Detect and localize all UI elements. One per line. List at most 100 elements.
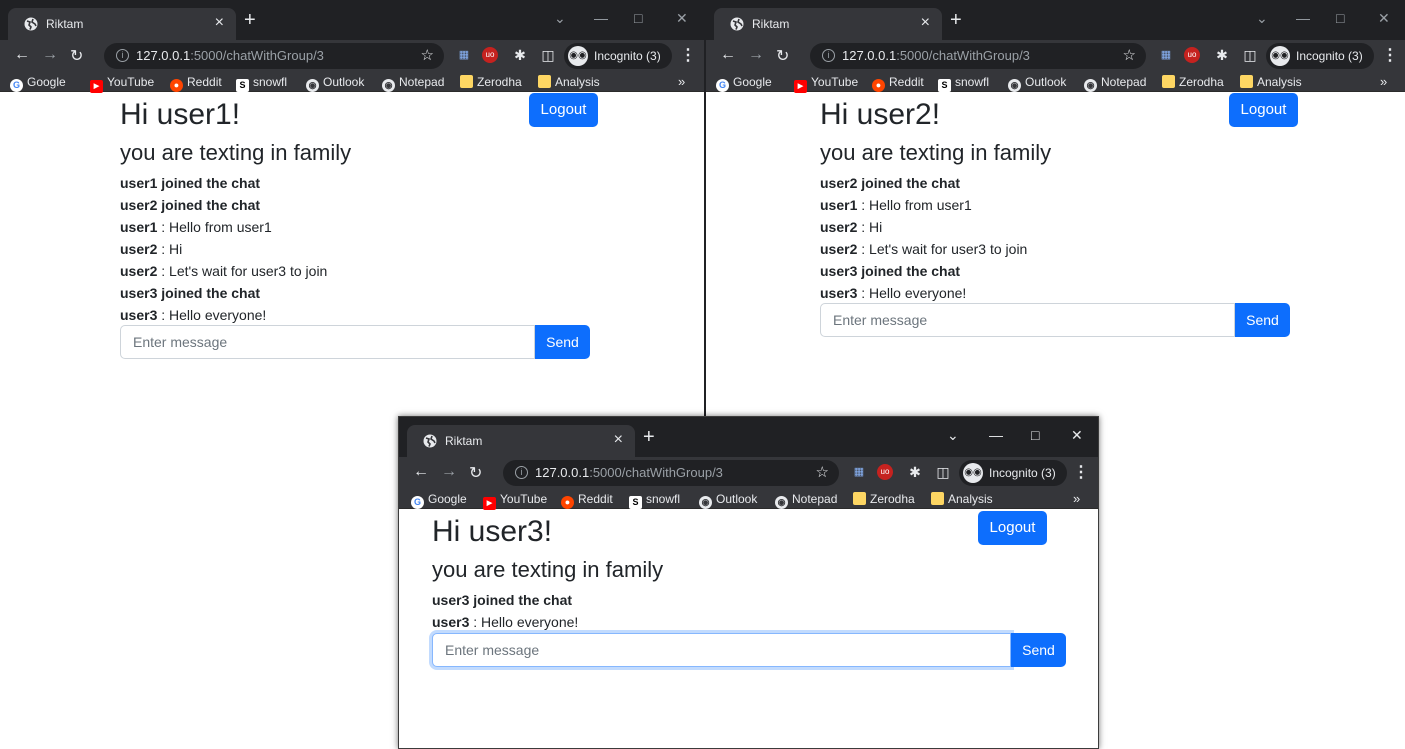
menu-kebab-icon[interactable]: ⋮ — [1073, 462, 1089, 482]
close-tab-icon[interactable]: × — [614, 431, 623, 449]
bookmark-snowfl[interactable]: Ssnowfl — [629, 492, 680, 509]
incognito-profile-button[interactable]: ◉◉ Incognito (3) — [1266, 43, 1374, 69]
maximize-icon[interactable]: □ — [1031, 427, 1039, 443]
close-tab-icon[interactable]: × — [921, 14, 930, 32]
tab-riktam[interactable]: Riktam × — [714, 8, 942, 40]
incognito-profile-button[interactable]: ◉◉ Incognito (3) — [959, 460, 1067, 486]
bookmark-google[interactable]: G Google — [10, 75, 66, 92]
incognito-profile-button[interactable]: ◉◉ Incognito (3) — [564, 43, 672, 69]
bookmark-notepad[interactable]: ◉ Notepad — [1084, 75, 1146, 92]
bookmark-zerodha[interactable]: Zerodha — [853, 492, 915, 506]
forward-icon[interactable]: → — [441, 463, 457, 481]
send-button[interactable]: Send — [1011, 633, 1066, 667]
logout-button[interactable]: Logout — [978, 511, 1047, 545]
extension-icon[interactable]: ▦ — [1158, 47, 1174, 63]
youtube-icon: ▶ — [483, 497, 496, 510]
reload-icon[interactable]: ↻ — [776, 46, 789, 66]
message-input[interactable]: Enter message — [120, 325, 535, 359]
site-info-icon[interactable]: i — [515, 466, 528, 479]
minimize-icon[interactable]: — — [989, 427, 1003, 443]
address-bar[interactable]: i 127.0.0.1:5000/chatWithGroup/3 ☆ — [503, 460, 839, 486]
snowfl-icon: S — [236, 79, 249, 92]
bookmark-google[interactable]: G Google — [716, 75, 772, 92]
extension-icon[interactable]: ▦ — [851, 464, 867, 480]
bookmark-outlook[interactable]: ◉ Outlook — [1008, 75, 1066, 92]
bookmark-star-icon[interactable]: ☆ — [421, 46, 434, 64]
minimize-icon[interactable]: — — [1296, 10, 1310, 26]
back-icon[interactable]: ← — [14, 46, 30, 64]
menu-kebab-icon[interactable]: ⋮ — [1382, 45, 1398, 65]
incognito-label: Incognito (3) — [989, 466, 1056, 480]
message-sender: user3 — [820, 285, 858, 301]
bookmark-youtube[interactable]: ▶ YouTube — [794, 75, 858, 93]
bookmark-snowfl[interactable]: Ssnowfl — [236, 75, 287, 92]
close-window-icon[interactable]: ✕ — [676, 10, 688, 27]
bookmarks-more-icon[interactable]: » — [678, 74, 685, 89]
side-panel-icon[interactable]: ◫ — [1242, 47, 1258, 63]
minimize-icon[interactable]: — — [594, 10, 608, 26]
puzzle-extensions-icon[interactable]: ✱ — [1214, 47, 1230, 63]
bookmarks-more-icon[interactable]: » — [1380, 74, 1387, 89]
bookmark-reddit[interactable]: ● Reddit — [872, 75, 924, 92]
message-input[interactable]: Enter message — [432, 633, 1011, 667]
back-icon[interactable]: ← — [720, 46, 736, 64]
ublock-icon[interactable]: uo — [877, 464, 893, 480]
system-message: user2 joined the chat — [820, 172, 1027, 194]
tab-search-icon[interactable]: ⌄ — [947, 427, 959, 444]
bookmark-reddit[interactable]: ● Reddit — [561, 492, 613, 509]
bookmark-zerodha[interactable]: Zerodha — [1162, 75, 1224, 89]
close-tab-icon[interactable]: × — [215, 14, 224, 32]
bookmark-analysis[interactable]: Analysis — [538, 75, 600, 89]
bookmark-youtube[interactable]: ▶ YouTube — [483, 492, 547, 510]
reload-icon[interactable]: ↻ — [469, 463, 482, 483]
bookmark-analysis[interactable]: Analysis — [931, 492, 993, 506]
bookmark-snowfl[interactable]: Ssnowfl — [938, 75, 989, 92]
message-input[interactable]: Enter message — [820, 303, 1235, 337]
site-info-icon[interactable]: i — [116, 49, 129, 62]
ublock-icon[interactable]: uo — [1184, 47, 1200, 63]
maximize-icon[interactable]: □ — [634, 10, 642, 26]
maximize-icon[interactable]: □ — [1336, 10, 1344, 26]
bookmark-youtube[interactable]: ▶ YouTube — [90, 75, 154, 93]
ublock-icon[interactable]: uo — [482, 47, 498, 63]
bookmark-analysis[interactable]: Analysis — [1240, 75, 1302, 89]
bookmark-zerodha[interactable]: Zerodha — [460, 75, 522, 89]
logout-button[interactable]: Logout — [529, 93, 598, 127]
bookmark-outlook[interactable]: ◉ Outlook — [699, 492, 757, 509]
bookmark-reddit[interactable]: ● Reddit — [170, 75, 222, 92]
menu-kebab-icon[interactable]: ⋮ — [680, 45, 696, 65]
new-tab-icon[interactable]: + — [950, 10, 962, 30]
side-panel-icon[interactable]: ◫ — [935, 464, 951, 480]
close-window-icon[interactable]: ✕ — [1378, 10, 1390, 27]
back-icon[interactable]: ← — [413, 463, 429, 481]
bookmark-notepad[interactable]: ◉ Notepad — [775, 492, 837, 509]
tab-riktam[interactable]: Riktam × — [407, 425, 635, 457]
send-button[interactable]: Send — [535, 325, 590, 359]
send-button[interactable]: Send — [1235, 303, 1290, 337]
logout-button[interactable]: Logout — [1229, 93, 1298, 127]
bookmark-star-icon[interactable]: ☆ — [816, 463, 829, 481]
new-tab-icon[interactable]: + — [244, 10, 256, 30]
tab-search-icon[interactable]: ⌄ — [554, 10, 566, 27]
tab-search-icon[interactable]: ⌄ — [1256, 10, 1268, 27]
bookmark-notepad[interactable]: ◉ Notepad — [382, 75, 444, 92]
forward-icon[interactable]: → — [748, 46, 764, 64]
puzzle-extensions-icon[interactable]: ✱ — [512, 47, 528, 63]
address-bar[interactable]: i 127.0.0.1:5000/chatWithGroup/3 ☆ — [104, 43, 444, 69]
reload-icon[interactable]: ↻ — [70, 46, 83, 66]
bookmark-star-icon[interactable]: ☆ — [1123, 46, 1136, 64]
close-window-icon[interactable]: ✕ — [1071, 427, 1083, 444]
new-tab-icon[interactable]: + — [643, 427, 655, 447]
system-message: user3 joined the chat — [820, 260, 1027, 282]
extension-icon[interactable]: ▦ — [456, 47, 472, 63]
address-bar[interactable]: i 127.0.0.1:5000/chatWithGroup/3 ☆ — [810, 43, 1146, 69]
puzzle-extensions-icon[interactable]: ✱ — [907, 464, 923, 480]
forward-icon[interactable]: → — [42, 46, 58, 64]
folder-icon — [1162, 75, 1175, 88]
site-info-icon[interactable]: i — [822, 49, 835, 62]
bookmark-google[interactable]: G Google — [411, 492, 467, 509]
side-panel-icon[interactable]: ◫ — [540, 47, 556, 63]
bookmark-outlook[interactable]: ◉ Outlook — [306, 75, 364, 92]
tab-riktam[interactable]: Riktam × — [8, 8, 236, 40]
bookmarks-more-icon[interactable]: » — [1073, 491, 1080, 506]
